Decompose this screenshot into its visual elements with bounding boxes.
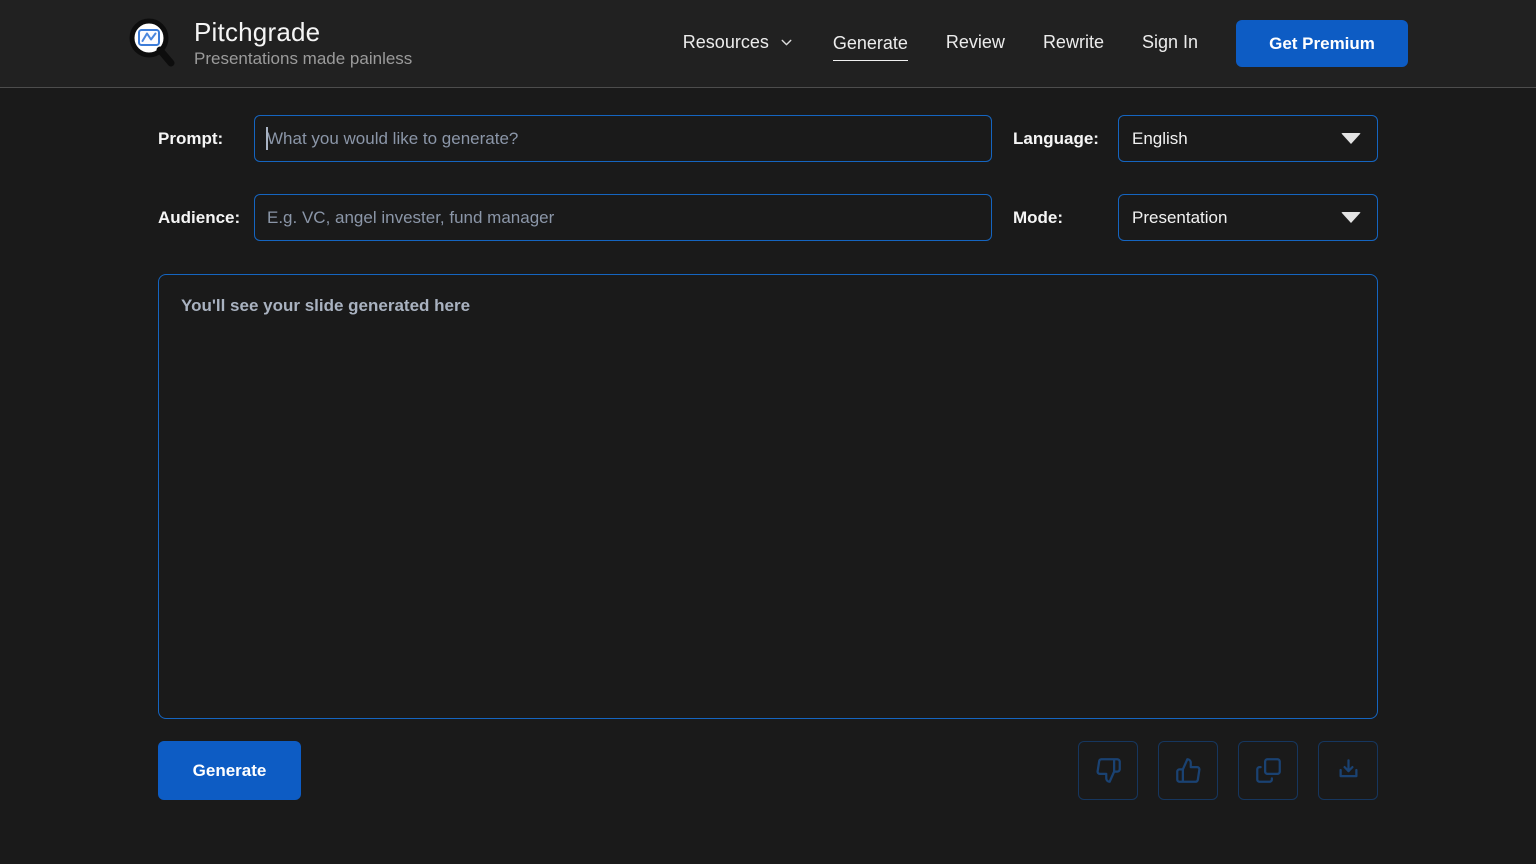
language-label: Language: — [1013, 129, 1118, 149]
thumbs-down-button[interactable] — [1078, 741, 1138, 800]
nav-item-resources[interactable]: Resources — [683, 32, 795, 55]
audience-label: Audience: — [158, 208, 254, 228]
audience-input[interactable] — [254, 194, 992, 241]
chevron-down-icon — [778, 34, 795, 51]
brand[interactable]: Pitchgrade Presentations made painless — [126, 16, 412, 72]
prompt-input[interactable] — [254, 115, 992, 162]
thumbs-up-button[interactable] — [1158, 741, 1218, 800]
nav-item-rewrite[interactable]: Rewrite — [1043, 32, 1104, 55]
text-caret — [266, 127, 268, 150]
mode-label: Mode: — [1013, 208, 1118, 228]
brand-tagline: Presentations made painless — [194, 49, 412, 69]
output-placeholder-text: You'll see your slide generated here — [181, 296, 1355, 316]
prompt-input-wrap — [254, 115, 992, 162]
copy-button[interactable] — [1238, 741, 1298, 800]
generator-panel: Prompt: Language: English Audience: Mode… — [158, 115, 1378, 800]
thumbs-down-icon — [1095, 757, 1122, 784]
header: Pitchgrade Presentations made painless R… — [0, 0, 1536, 88]
mode-select[interactable]: Presentation — [1118, 194, 1378, 241]
download-button[interactable] — [1318, 741, 1378, 800]
nav-item-review[interactable]: Review — [946, 32, 1005, 55]
download-icon — [1335, 757, 1362, 784]
actions-row: Generate — [158, 741, 1378, 800]
audience-mode-row: Audience: Mode: Presentation — [158, 194, 1378, 241]
prompt-label: Prompt: — [158, 129, 254, 149]
magnifier-chart-logo-icon — [126, 16, 180, 72]
brand-text: Pitchgrade Presentations made painless — [194, 18, 412, 70]
dropdown-arrow-icon — [1341, 212, 1361, 223]
language-select-value: English — [1132, 129, 1188, 149]
prompt-language-row: Prompt: Language: English — [158, 115, 1378, 162]
brand-title: Pitchgrade — [194, 18, 412, 47]
main-nav: Resources Generate Review Rewrite Sign I… — [683, 20, 1408, 67]
dropdown-arrow-icon — [1341, 133, 1361, 144]
audience-input-wrap — [254, 194, 992, 241]
nav-item-sign-in[interactable]: Sign In — [1142, 32, 1198, 55]
result-action-buttons — [1078, 741, 1378, 800]
get-premium-button[interactable]: Get Premium — [1236, 20, 1408, 67]
mode-select-value: Presentation — [1132, 208, 1227, 228]
language-select[interactable]: English — [1118, 115, 1378, 162]
copy-icon — [1255, 757, 1282, 784]
nav-item-generate[interactable]: Generate — [833, 33, 908, 61]
slide-output-area: You'll see your slide generated here — [158, 274, 1378, 719]
nav-item-label: Resources — [683, 32, 769, 53]
thumbs-up-icon — [1175, 757, 1202, 784]
generate-button[interactable]: Generate — [158, 741, 301, 800]
